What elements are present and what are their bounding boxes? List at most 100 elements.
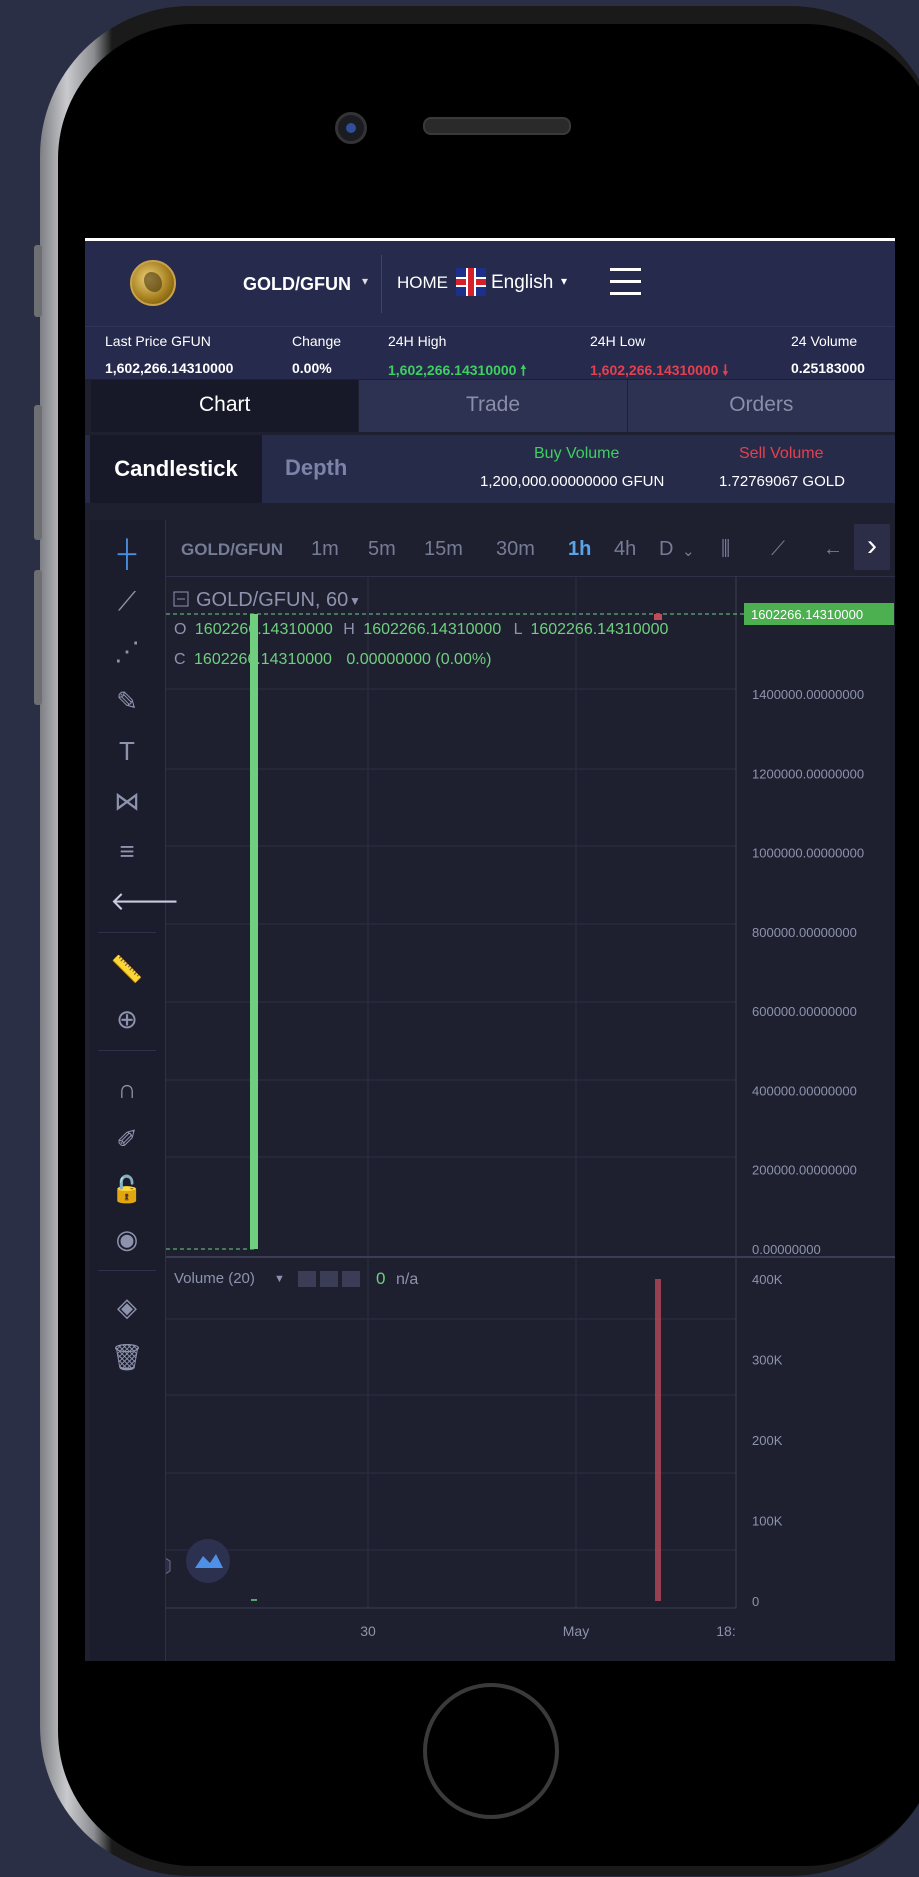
close-icon[interactable]	[342, 1271, 360, 1287]
header-divider	[381, 255, 382, 313]
pair-selector[interactable]: GOLD/GFUN	[243, 274, 351, 295]
candle	[250, 614, 258, 1249]
gold-logo-icon[interactable]	[130, 260, 176, 306]
settings-icon[interactable]	[298, 1271, 316, 1287]
market-stats: Last Price GFUN 1,602,266.14310000 Chang…	[85, 326, 895, 379]
interval-15m[interactable]: 15m	[424, 538, 463, 561]
volume-tick-label: 300K	[752, 1353, 783, 1368]
chart-canvas[interactable]: 1400000.00000000 1200000.00000000 1000000.…	[166, 576, 895, 1661]
sell-volume-value: 1.72769067 GOLD	[719, 473, 845, 490]
price-tick-label: 400000.00000000	[752, 1083, 857, 1098]
fib-tool-icon[interactable]: ⋰	[110, 634, 144, 668]
indicators-icon[interactable]: ⟋	[771, 538, 785, 561]
top-navbar: GOLD/GFUN ▾ HOME English ▾	[85, 241, 895, 326]
hamburger-menu-icon[interactable]	[610, 268, 641, 296]
interval-30m[interactable]: 30m	[496, 538, 535, 561]
chevron-down-icon[interactable]: ▼	[274, 1273, 285, 1285]
toolbar-divider	[98, 1050, 156, 1051]
arrow-left-icon[interactable]: 🡐	[110, 884, 180, 918]
home-link[interactable]: HOME	[397, 273, 448, 293]
legend-close-value: 1602266.14310000	[194, 651, 332, 668]
ruler-icon[interactable]: 📏	[110, 952, 144, 986]
chart-main: GOLD/GFUN 1m 5m 15m 30m 1h 4h D ⌄ ⫼ ⟋ ← …	[166, 520, 895, 1661]
volume-up-button	[34, 405, 42, 540]
tab-orders[interactable]: Orders	[626, 380, 895, 432]
side-button	[34, 245, 42, 317]
legend-l-label: L	[514, 621, 523, 638]
trash-icon[interactable]: 🗑	[110, 1340, 144, 1374]
time-tick-label: 18:	[716, 1623, 735, 1639]
tab-chart[interactable]: Chart	[90, 380, 359, 432]
legend-h-label: H	[343, 621, 355, 638]
trading-chart: ┼ ⟋ ⋰ ✎ T ⋈ ≡ 🡐 📏 ⊕ ∩ ✐ 🔓 ◉ ◈ 🗑 GOLD/GFU…	[90, 520, 895, 1661]
tab-trade[interactable]: Trade	[358, 380, 626, 432]
price-tick-label: 0.00000000	[752, 1242, 821, 1257]
stat-value: 1,602,266.14310000 🠗	[590, 362, 729, 378]
scroll-right-button[interactable]: ›	[854, 524, 890, 570]
tab-candlestick[interactable]: Candlestick	[90, 435, 262, 503]
uk-flag-icon	[456, 268, 486, 296]
brush-icon[interactable]: ✎	[110, 684, 144, 718]
layers-icon[interactable]: ◈	[110, 1290, 144, 1324]
price-tick-label: 1000000.00000000	[752, 846, 864, 861]
pattern-icon[interactable]: ⋈	[110, 784, 144, 818]
drawing-toolbar: ┼ ⟋ ⋰ ✎ T ⋈ ≡ 🡐 📏 ⊕ ∩ ✐ 🔓 ◉ ◈ 🗑	[90, 520, 180, 1661]
chevron-down-icon[interactable]: ⌄	[682, 542, 695, 560]
chevron-down-icon[interactable]: ▾	[561, 274, 567, 288]
prediction-icon[interactable]: ≡	[110, 834, 144, 868]
crosshair-icon[interactable]: ┼	[110, 536, 144, 570]
lock-drawing-icon[interactable]: ✐	[110, 1122, 144, 1156]
text-tool-icon[interactable]: T	[110, 734, 144, 768]
buy-volume-value: 1,200,000.00000000 GFUN	[480, 473, 665, 490]
zoom-in-icon[interactable]: ⊕	[110, 1002, 144, 1036]
toolbar-divider	[98, 932, 156, 933]
legend-ohlc: O 1602266.14310000 H 1602266.14310000 L …	[174, 621, 668, 638]
time-tick-label: 30	[360, 1623, 376, 1639]
candles-group	[250, 614, 662, 1249]
time-tick-label: May	[563, 1623, 589, 1639]
price-tick-label: 1200000.00000000	[752, 766, 864, 781]
legend-close: C 1602266.14310000 0.00000000 (0.00%)	[174, 651, 491, 668]
camera-icon	[335, 112, 367, 144]
chart-mode-bar: Candlestick Depth Buy Volume 1,200,000.0…	[85, 435, 895, 503]
trend-line-icon[interactable]: ⟋	[110, 584, 144, 618]
candle	[654, 614, 662, 620]
interval-1h[interactable]: 1h	[568, 538, 591, 561]
sell-volume-label: Sell Volume	[739, 445, 824, 462]
interval-5m[interactable]: 5m	[368, 538, 396, 561]
time-axis-ticks: 30 May 18:	[360, 1623, 736, 1639]
price-tick-label: 1400000.00000000	[752, 687, 864, 702]
price-axis-ticks: 1400000.00000000 1200000.00000000 1000000.…	[166, 603, 894, 1257]
chart-symbol[interactable]: GOLD/GFUN	[181, 540, 283, 560]
stat-label: 24H High	[388, 333, 447, 349]
chevron-down-icon[interactable]: ▼	[349, 594, 361, 608]
home-button[interactable]	[423, 1683, 559, 1819]
legend-o-label: O	[174, 621, 186, 638]
undo-icon[interactable]: ←	[823, 538, 843, 561]
collapse-toolbar-handle[interactable]	[166, 1556, 171, 1576]
legend-low: 1602266.14310000	[530, 621, 668, 638]
interval-4h[interactable]: 4h	[614, 538, 636, 561]
main-tabs: Chart Trade Orders	[90, 379, 895, 432]
stat-value: 0.00%	[292, 360, 332, 376]
legend-title[interactable]: GOLD/GFUN, 60	[196, 589, 348, 611]
candle-type-icon[interactable]: ⫼	[721, 538, 730, 561]
chevron-down-icon[interactable]: ▾	[362, 274, 368, 288]
app-screen: GOLD/GFUN ▾ HOME English ▾ Last Price GF…	[85, 238, 895, 1661]
language-selector[interactable]: English	[491, 272, 553, 294]
tab-depth[interactable]: Depth	[285, 455, 347, 481]
stat-label: 24H Low	[590, 333, 646, 349]
volume-legend-title[interactable]: Volume (20)	[174, 1270, 255, 1287]
price-tick-label: 600000.00000000	[752, 1004, 857, 1019]
volume-na: n/a	[396, 1271, 418, 1288]
volume-tick-label: 0	[752, 1594, 759, 1609]
magnet-icon[interactable]: ∩	[110, 1072, 144, 1106]
stat-value: 0.25183000	[791, 360, 865, 376]
interval-d[interactable]: D	[659, 538, 673, 561]
volume-bars-group	[251, 1279, 661, 1601]
hide-icon[interactable]	[320, 1271, 338, 1287]
eye-icon[interactable]: ◉	[110, 1222, 144, 1256]
unlock-icon[interactable]: 🔓	[110, 1172, 144, 1206]
interval-1m[interactable]: 1m	[311, 538, 339, 561]
buy-volume-label: Buy Volume	[534, 445, 620, 462]
